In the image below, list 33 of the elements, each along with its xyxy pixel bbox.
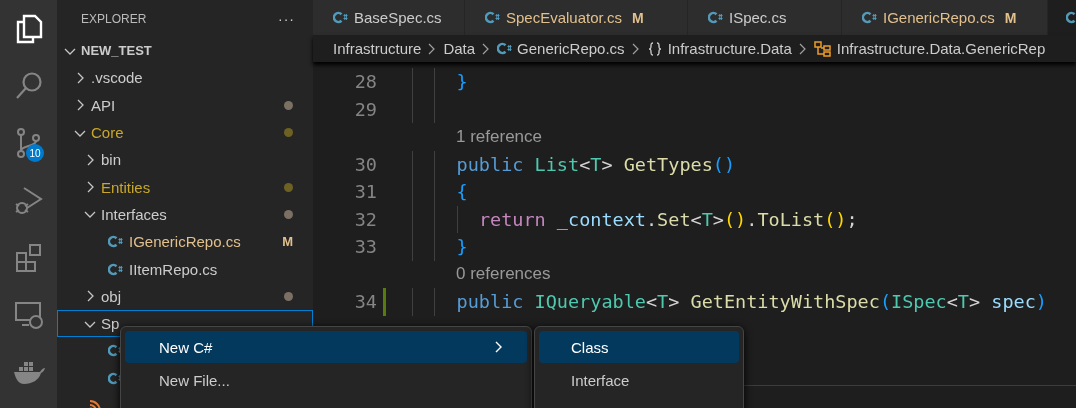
sidebar-title: EXPLORER (81, 11, 147, 26)
code-line: } (456, 71, 468, 93)
code-line: { (456, 181, 468, 203)
tab-label: SpecEvaluator.cs (506, 9, 622, 26)
folder-name: .vscode (91, 69, 143, 87)
folder-name: bin (101, 151, 122, 169)
tab-label: ISpec.cs (729, 9, 787, 26)
folder-name: Sp (101, 315, 120, 333)
line-number: 30 (353, 153, 377, 175)
code-line: public IQueryable<T> GetEntityWithSpec(ISpec<T> spec) (456, 291, 1047, 313)
modified-label: M (282, 234, 293, 250)
line-number: 32 (353, 208, 377, 230)
folder-name: Entities (101, 178, 151, 196)
modified-label: M (1004, 9, 1017, 26)
folder-name: obj (101, 287, 122, 305)
line-number: 33 (353, 236, 377, 258)
folder-name: Core (91, 124, 124, 142)
workspace-name: NEW_TEST (81, 43, 152, 59)
tab-label: BaseSpec.cs (354, 9, 442, 26)
line-number: 29 (353, 98, 377, 120)
line-number: 28 (353, 71, 377, 93)
line-number: 31 (353, 181, 377, 203)
tab-label: IGenericRepo.cs (883, 9, 995, 26)
code-line: return _context.Set<T>().ToList(); (478, 208, 858, 230)
folder-name: API (91, 96, 116, 114)
file-name: IItemRepo.cs (129, 260, 218, 278)
code-line: } (456, 236, 468, 258)
count-badge: 10 (26, 144, 44, 162)
file-name: IGenericRepo.cs (129, 233, 241, 251)
line-number: 34 (353, 291, 377, 313)
folder-name: Interfaces (101, 205, 167, 223)
modified-label: M (631, 9, 644, 26)
code-line: public List<T> GetTypes() (456, 153, 736, 175)
